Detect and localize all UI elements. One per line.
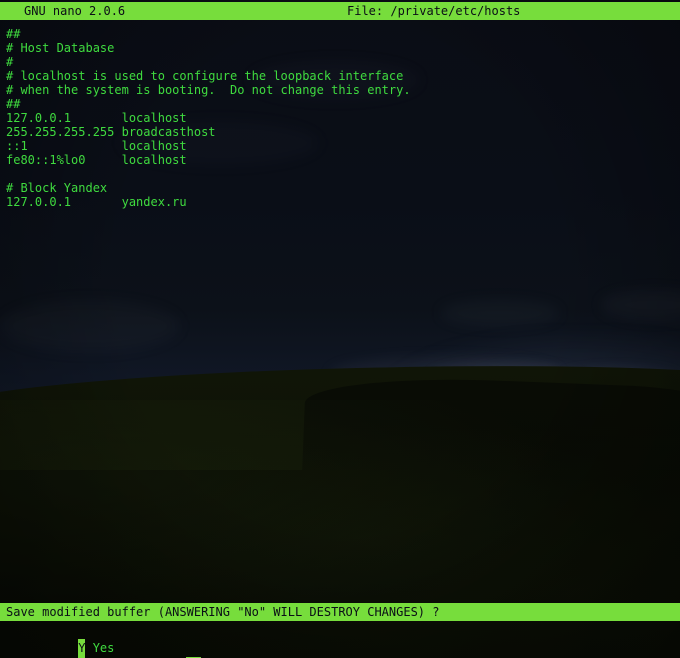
- editor-line: # when the system is booting. Do not cha…: [6, 83, 411, 97]
- editor-line: ##: [6, 97, 21, 111]
- editor-line: 255.255.255.255 broadcasthost: [6, 125, 216, 139]
- editor-line: # Host Database: [6, 41, 115, 55]
- editor-line: # localhost is used to configure the loo…: [6, 69, 404, 83]
- editor-line: ::1 localhost: [6, 139, 187, 153]
- nano-terminal-window: GNU nano 2.0.6 File: /private/etc/hosts …: [0, 0, 680, 658]
- shortcut-row-2: N No ^C Cancel: [0, 639, 680, 658]
- editor-line: 127.0.0.1 localhost: [6, 111, 187, 125]
- save-prompt-message: Save modified buffer (ANSWERING "No" WIL…: [6, 605, 440, 619]
- yes-button[interactable]: Y Yes: [6, 621, 114, 657]
- app-title: GNU nano 2.0.6: [24, 4, 126, 18]
- save-prompt-bar: Save modified buffer (ANSWERING "No" WIL…: [0, 603, 680, 621]
- editor-text-area[interactable]: ## # Host Database # # localhost is used to…: [6, 27, 680, 598]
- shortcut-row-1: Y Yes: [0, 621, 680, 657]
- nano-screen: GNU nano 2.0.6 File: /private/etc/hosts …: [0, 0, 680, 658]
- cancel-button[interactable]: ^C Cancel: [114, 639, 251, 658]
- shortcut-key-bar: Y Yes N No ^C Cancel: [0, 621, 680, 658]
- file-path-label: File: /private/etc/hosts: [347, 4, 521, 18]
- editor-line: # Block Yandex: [6, 181, 108, 195]
- editor-line: #: [6, 55, 14, 69]
- title-bar: GNU nano 2.0.6 File: /private/etc/hosts: [0, 2, 680, 20]
- editor-line: ##: [6, 27, 21, 41]
- editor-line: 127.0.0.1 yandex.ru: [6, 195, 187, 209]
- editor-line: fe80::1%lo0 localhost: [6, 153, 187, 167]
- no-button[interactable]: N No: [6, 639, 107, 658]
